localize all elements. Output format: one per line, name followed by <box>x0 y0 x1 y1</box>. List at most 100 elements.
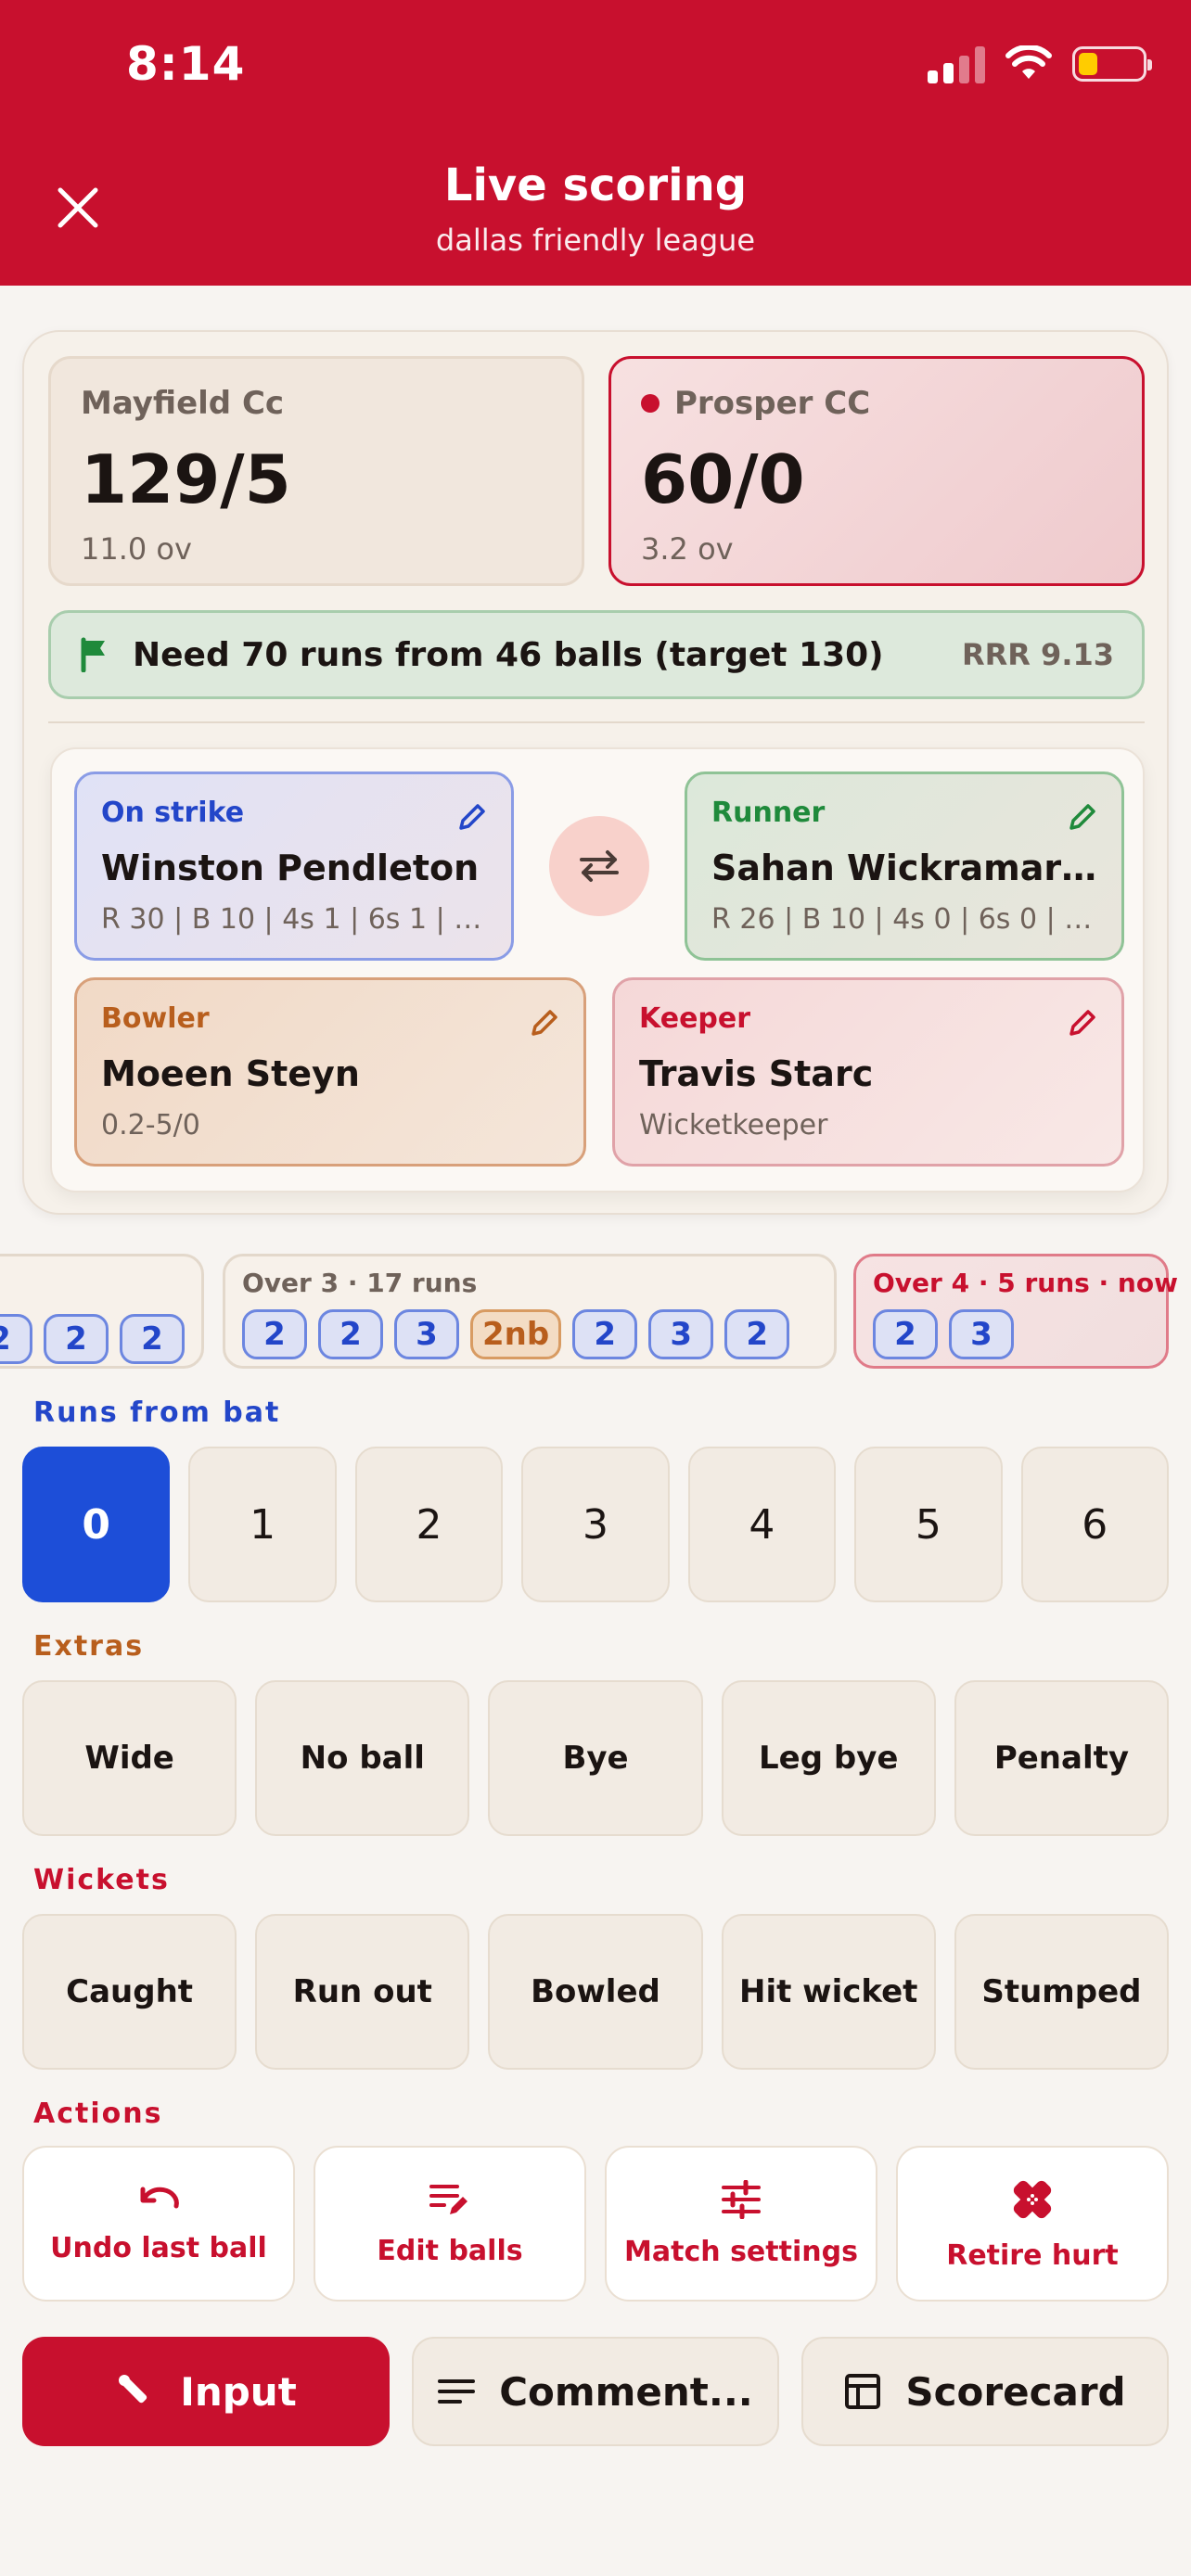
run-out-button[interactable]: Run out <box>255 1914 470 2070</box>
action-label: Retire hurt <box>946 2238 1119 2272</box>
sliders-icon <box>722 2179 761 2219</box>
target-banner: Need 70 runs from 46 balls (target 130) … <box>48 610 1145 699</box>
undo-icon <box>140 2187 179 2208</box>
runs-button-1[interactable]: 1 <box>188 1447 337 1602</box>
ball-chip: 2 <box>0 1314 32 1364</box>
player-stats: R 30 | B 10 | 4s 1 | 6s 1 | SR 300.0 <box>101 903 487 936</box>
scorecard-tab-label: Scorecard <box>905 2368 1126 2415</box>
wide-button[interactable]: Wide <box>22 1680 237 1836</box>
action-label: Edit balls <box>377 2234 523 2267</box>
commentary-tab-label: Comment... <box>499 2368 753 2415</box>
commentary-tab-button[interactable]: Comment... <box>412 2337 779 2446</box>
runs-button-6[interactable]: 6 <box>1020 1447 1169 1602</box>
player-name: Sahan Wickramaratne <box>711 848 1097 888</box>
runs-keypad: 0 1 2 3 4 5 6 <box>22 1447 1169 1602</box>
players-panel: On strike Winston Pendleton R 30 | B 10 … <box>50 747 1145 1192</box>
overs-timeline[interactable]: 2 2 2 Over 3 · 17 runs 2 2 3 2nb 2 3 2 O… <box>0 1254 1191 1374</box>
striker-card[interactable]: On strike Winston Pendleton R 30 | B 10 … <box>74 772 514 961</box>
ball-chip: 3 <box>648 1309 714 1359</box>
table-icon <box>845 2374 881 2409</box>
bottom-bar: Input Comment... Scorecard <box>22 2337 1169 2446</box>
over-label: Over 3 · 17 runs <box>242 1268 478 1298</box>
player-stats: 0.2-5/0 <box>101 1109 200 1141</box>
ball-chip: 2 <box>120 1314 185 1364</box>
player-name: Travis Starc <box>639 1053 874 1094</box>
no-ball-button[interactable]: No ball <box>255 1680 470 1836</box>
bowled-button[interactable]: Bowled <box>488 1914 703 2070</box>
swap-strike-button[interactable] <box>549 816 649 916</box>
caught-button[interactable]: Caught <box>22 1914 237 2070</box>
section-label-extras: Extras <box>33 1630 145 1663</box>
player-stats: R 26 | B 10 | 4s 0 | 6s 0 | SR 260.0 <box>711 903 1097 936</box>
ball-chip: 2 <box>572 1309 638 1359</box>
pencil-icon[interactable] <box>1064 1004 1101 1041</box>
status-icons <box>928 45 1152 83</box>
ball-chip: 2 <box>724 1309 790 1359</box>
section-label-runs: Runs from bat <box>33 1396 281 1429</box>
player-name: Moeen Steyn <box>101 1053 360 1094</box>
team-overs: 11.0 ov <box>81 531 192 567</box>
over-box-previous[interactable]: 2 2 2 <box>0 1254 204 1369</box>
edit-list-icon <box>429 2184 467 2214</box>
over-box-current[interactable]: Over 4 · 5 runs · now 2 3 <box>853 1254 1178 1369</box>
team-card-prosper[interactable]: Prosper CC 60/0 3.2 ov <box>608 356 1145 586</box>
retire-hurt-button[interactable]: Retire hurt <box>896 2146 1169 2302</box>
app-header: 8:14 Live scoring dallas friendly league <box>0 0 1191 286</box>
player-role: Keeper <box>639 1002 751 1035</box>
ball-list: 2 2 3 2nb 2 3 2 <box>242 1309 817 1359</box>
ball-chip: 2 <box>44 1314 109 1364</box>
player-name: Winston Pendleton <box>101 848 480 888</box>
leg-bye-button[interactable]: Leg bye <box>721 1680 936 1836</box>
team-name: Mayfield Cc <box>81 385 285 422</box>
page-title: Live scoring <box>443 159 748 211</box>
wickets-keypad: Caught Run out Bowled Hit wicket Stumped <box>22 1914 1170 2070</box>
ball-chip: 2 <box>318 1309 383 1359</box>
wifi-icon <box>1005 45 1052 79</box>
runs-button-0[interactable]: 0 <box>22 1447 171 1602</box>
team-card-mayfield[interactable]: Mayfield Cc 129/5 11.0 ov <box>48 356 584 586</box>
keeper-card[interactable]: Keeper Travis Starc Wicketkeeper <box>612 977 1124 1167</box>
bowler-card[interactable]: Bowler Moeen Steyn 0.2-5/0 <box>74 977 586 1167</box>
battery-icon <box>1072 46 1152 82</box>
required-run-rate: RRR 9.13 <box>961 637 1114 672</box>
ball-chip-no-ball: 2nb <box>470 1309 562 1359</box>
match-settings-button[interactable]: Match settings <box>605 2146 877 2302</box>
input-tab-button[interactable]: Input <box>22 2337 390 2446</box>
scorecard-tab-button[interactable]: Scorecard <box>801 2337 1169 2446</box>
ball-chip: 2 <box>873 1309 938 1359</box>
target-text: Need 70 runs from 46 balls (target 130) <box>133 635 884 674</box>
runs-button-4[interactable]: 4 <box>687 1447 837 1602</box>
ball-list: 2 3 <box>873 1309 1149 1359</box>
bye-button[interactable]: Bye <box>488 1680 703 1836</box>
over-box-3[interactable]: Over 3 · 17 runs 2 2 3 2nb 2 3 2 <box>223 1254 837 1369</box>
player-role: Bowler <box>101 1002 210 1035</box>
bandage-icon <box>1013 2180 1052 2218</box>
pencil-icon[interactable] <box>1064 798 1101 835</box>
runs-button-5[interactable]: 5 <box>854 1447 1003 1602</box>
runner-card[interactable]: Runner Sahan Wickramaratne R 26 | B 10 |… <box>685 772 1124 961</box>
edit-balls-button[interactable]: Edit balls <box>314 2146 586 2302</box>
cellular-signal-icon <box>928 45 985 83</box>
input-tab-label: Input <box>180 2368 297 2415</box>
ball-chip: 2 <box>242 1309 307 1359</box>
penalty-button[interactable]: Penalty <box>954 1680 1170 1836</box>
pencil-icon[interactable] <box>526 1004 563 1041</box>
team-score: 129/5 <box>81 440 291 518</box>
divider <box>48 721 1145 723</box>
lines-icon <box>438 2379 476 2404</box>
stumped-button[interactable]: Stumped <box>954 1914 1170 2070</box>
action-label: Match settings <box>624 2235 858 2268</box>
runs-button-2[interactable]: 2 <box>354 1447 504 1602</box>
section-label-actions: Actions <box>33 2098 163 2130</box>
actions-row: Undo last ball Edit balls Match settings… <box>22 2146 1169 2302</box>
over-label: Over 4 · 5 runs · now <box>873 1268 1178 1298</box>
hit-wicket-button[interactable]: Hit wicket <box>721 1914 936 2070</box>
score-card: Mayfield Cc 129/5 11.0 ov Prosper CC 60/… <box>22 330 1169 1215</box>
extras-keypad: Wide No ball Bye Leg bye Penalty <box>22 1680 1170 1836</box>
runs-button-3[interactable]: 3 <box>521 1447 670 1602</box>
undo-last-ball-button[interactable]: Undo last ball <box>22 2146 295 2302</box>
player-role: Runner <box>711 797 826 829</box>
ball-chip: 3 <box>949 1309 1014 1359</box>
pencil-icon[interactable] <box>454 798 491 835</box>
page-subtitle: dallas friendly league <box>435 223 756 258</box>
